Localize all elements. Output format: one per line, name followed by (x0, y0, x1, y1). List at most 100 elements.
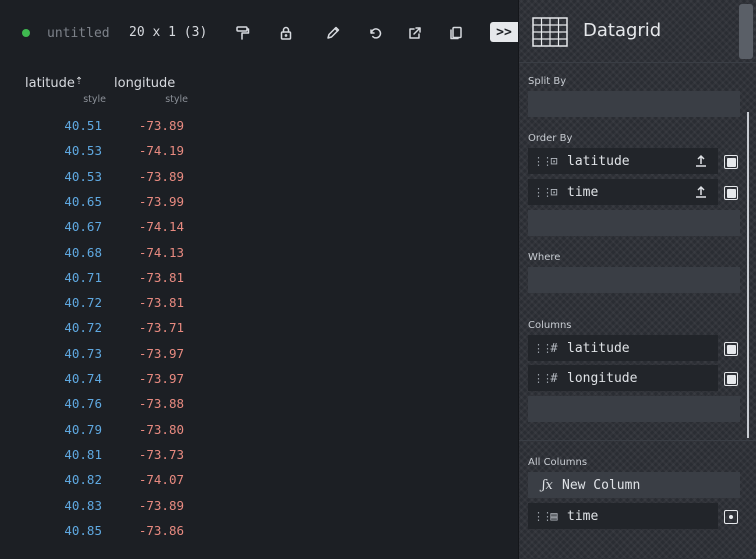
cell-longitude[interactable]: -73.89 (139, 169, 184, 184)
column-header-latitude[interactable]: latitude⇡ (25, 76, 83, 91)
order-by-checkbox-latitude[interactable] (724, 155, 738, 169)
cell-latitude[interactable]: 40.73 (64, 346, 102, 361)
drag-handle-icon[interactable]: ⋮⋮ (533, 342, 553, 355)
cell-latitude[interactable]: 40.72 (64, 295, 102, 310)
column-pill-latitude[interactable]: ⋮⋮ # latitude (528, 335, 718, 361)
split-by-dropzone[interactable] (528, 91, 740, 117)
pencil-icon[interactable] (322, 22, 344, 44)
cell-longitude[interactable]: -73.73 (139, 447, 184, 462)
new-column-label: New Column (562, 477, 641, 493)
cell-longitude[interactable]: -73.89 (139, 118, 184, 133)
column-header-latitude-label: latitude (25, 76, 75, 91)
status-indicator (22, 29, 30, 37)
order-by-pill-time[interactable]: ⋮⋮ ⊡ time (528, 179, 718, 205)
settings-panel: Datagrid Split By Order By ⋮⋮ ⊡ latitude… (518, 0, 756, 559)
sort-ascending-icon[interactable] (694, 153, 708, 167)
table-row: 40.53 -73.89 (0, 169, 230, 194)
datagrid-plugin-icon[interactable] (532, 17, 568, 47)
cell-latitude[interactable]: 40.71 (64, 270, 102, 285)
panel-header-scrollbar[interactable] (739, 4, 753, 59)
viewer-title[interactable]: untitled (47, 26, 110, 41)
cell-longitude[interactable]: -73.86 (139, 523, 184, 538)
cell-longitude[interactable]: -73.88 (139, 396, 184, 411)
column-pill-longitude[interactable]: ⋮⋮ # longitude (528, 365, 718, 391)
panel-header: Datagrid (519, 0, 756, 63)
cell-latitude[interactable]: 40.68 (64, 245, 102, 260)
collapse-panel-button[interactable]: >> (490, 22, 518, 42)
table-row: 40.67 -74.14 (0, 219, 230, 244)
where-label: Where (528, 252, 561, 263)
cell-longitude[interactable]: -73.97 (139, 346, 184, 361)
panel-scrollbar[interactable] (747, 112, 749, 438)
lock-icon[interactable] (275, 22, 297, 44)
export-icon[interactable] (404, 22, 426, 44)
table-row: 40.76 -73.88 (0, 396, 230, 421)
cell-latitude[interactable]: 40.85 (64, 523, 102, 538)
cell-longitude[interactable]: -74.07 (139, 472, 184, 487)
cell-latitude[interactable]: 40.82 (64, 472, 102, 487)
table-row: 40.71 -73.81 (0, 270, 230, 295)
drag-handle-icon[interactable]: ⋮⋮ (533, 155, 553, 168)
viewer-main: untitled 20 x 1 (3) >> latitude⇡ style l… (0, 0, 518, 559)
cell-latitude[interactable]: 40.51 (64, 118, 102, 133)
table-row: 40.72 -73.71 (0, 320, 230, 345)
cell-latitude[interactable]: 40.76 (64, 396, 102, 411)
table-row: 40.68 -74.13 (0, 245, 230, 270)
where-dropzone[interactable] (528, 267, 740, 293)
table-row: 40.51 -73.89 (0, 118, 230, 143)
all-columns-label: All Columns (528, 457, 588, 468)
drag-handle-icon[interactable]: ⋮⋮ (533, 510, 553, 523)
inactive-column-checkbox-time[interactable] (724, 510, 738, 524)
undo-icon[interactable] (364, 22, 386, 44)
dimensions-text: 20 x 1 (3) (129, 25, 208, 40)
cell-latitude[interactable]: 40.65 (64, 194, 102, 209)
drag-handle-icon[interactable]: ⋮⋮ (533, 186, 553, 199)
new-column-button[interactable]: ʃx New Column (528, 472, 740, 498)
cell-latitude[interactable]: 40.81 (64, 447, 102, 462)
function-icon: ʃx (542, 477, 553, 493)
cell-longitude[interactable]: -73.81 (139, 295, 184, 310)
sort-ascending-icon[interactable]: ⇡ (75, 76, 83, 87)
sort-ascending-icon[interactable] (694, 184, 708, 198)
order-by-pill-label: time (567, 184, 599, 200)
column-pill-label: longitude (567, 370, 638, 386)
cell-longitude[interactable]: -73.97 (139, 371, 184, 386)
table-row: 40.81 -73.73 (0, 447, 230, 472)
cell-longitude[interactable]: -73.81 (139, 270, 184, 285)
order-by-dropzone[interactable] (528, 210, 740, 236)
paint-roller-icon[interactable] (231, 22, 253, 44)
cell-latitude[interactable]: 40.83 (64, 498, 102, 513)
inactive-column-pill-time[interactable]: ⋮⋮ ▤ time (528, 503, 718, 529)
columns-label: Columns (528, 320, 572, 331)
copy-icon[interactable] (445, 22, 467, 44)
table-row: 40.65 -73.99 (0, 194, 230, 219)
cell-latitude[interactable]: 40.74 (64, 371, 102, 386)
panel-divider (519, 440, 756, 441)
cell-latitude[interactable]: 40.67 (64, 219, 102, 234)
cell-longitude[interactable]: -74.14 (139, 219, 184, 234)
columns-dropzone[interactable] (528, 396, 740, 422)
column-checkbox-longitude[interactable] (724, 372, 738, 386)
cell-longitude[interactable]: -74.13 (139, 245, 184, 260)
drag-handle-icon[interactable]: ⋮⋮ (533, 372, 553, 385)
column-header-latitude-style[interactable]: style (76, 94, 106, 105)
cell-latitude[interactable]: 40.72 (64, 320, 102, 335)
cell-latitude[interactable]: 40.53 (64, 143, 102, 158)
cell-longitude[interactable]: -73.80 (139, 422, 184, 437)
cell-longitude[interactable]: -73.89 (139, 498, 184, 513)
cell-longitude[interactable]: -73.99 (139, 194, 184, 209)
plugin-name[interactable]: Datagrid (583, 20, 661, 41)
order-by-pill-latitude[interactable]: ⋮⋮ ⊡ latitude (528, 148, 718, 174)
cell-latitude[interactable]: 40.53 (64, 169, 102, 184)
toolbar: untitled 20 x 1 (3) >> (0, 0, 518, 64)
column-checkbox-latitude[interactable] (724, 342, 738, 356)
table-row: 40.72 -73.81 (0, 295, 230, 320)
cell-longitude[interactable]: -74.19 (139, 143, 184, 158)
column-header-longitude-style[interactable]: style (156, 94, 188, 105)
cell-longitude[interactable]: -73.71 (139, 320, 184, 335)
cell-latitude[interactable]: 40.79 (64, 422, 102, 437)
order-by-checkbox-time[interactable] (724, 186, 738, 200)
number-type-icon: # (550, 371, 558, 385)
column-header-longitude[interactable]: longitude (114, 76, 175, 91)
string-type-icon: ⊡ (550, 154, 558, 168)
